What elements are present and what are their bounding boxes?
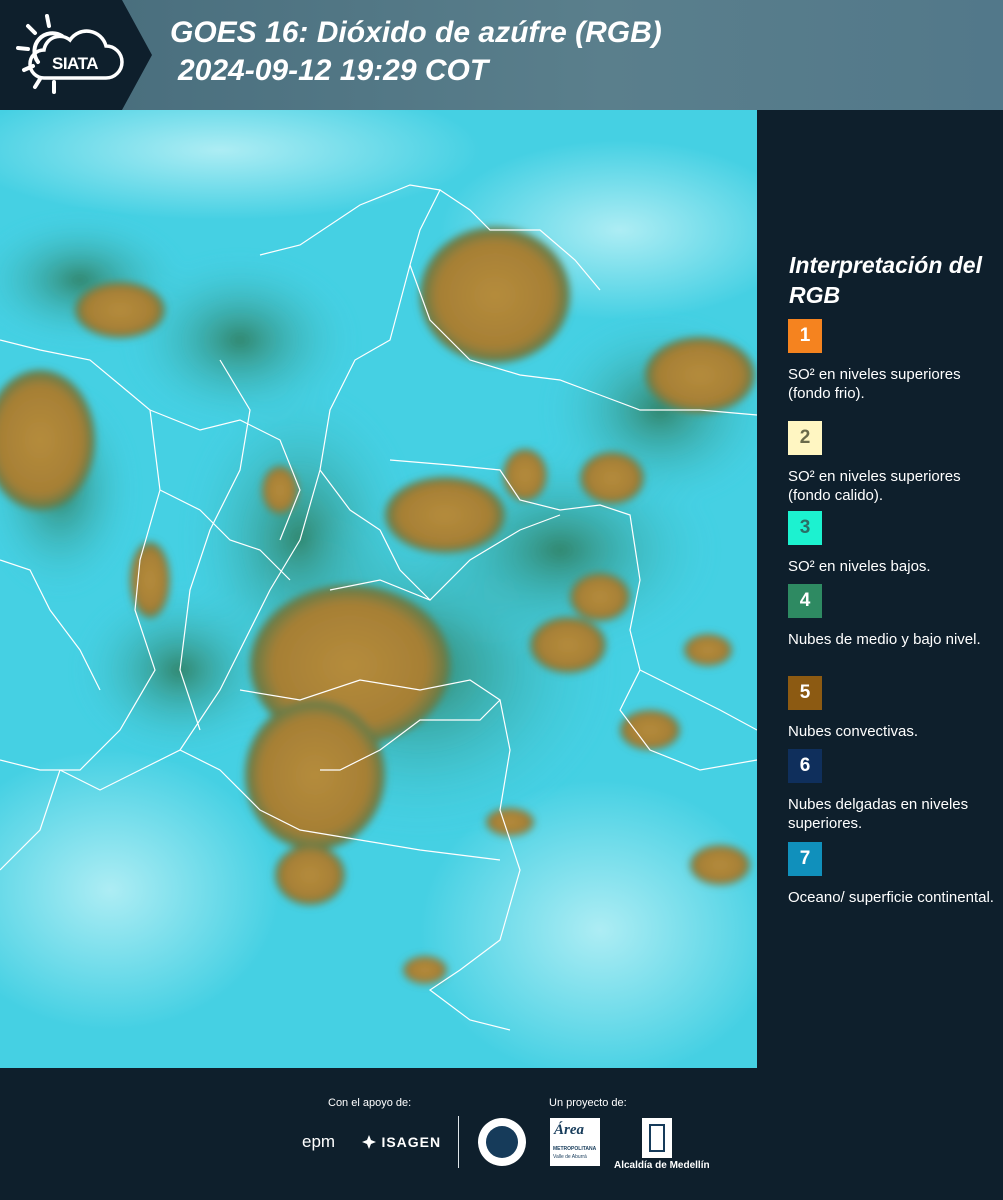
satellite-map [0, 110, 757, 1068]
area-metropolitana-logo-icon: Área METROPOLITANA Valle de Aburrá [550, 1118, 600, 1166]
convective-cloud [690, 845, 750, 885]
legend-item: 2 SO² en niveles superiores (fondo calido… [788, 421, 998, 505]
epm-logo: epm [302, 1132, 336, 1151]
legend-swatch: 6 [788, 749, 822, 783]
convective-cloud [262, 466, 298, 514]
convective-cloud [580, 452, 644, 504]
legend-item-label: SO² en niveles bajos. [788, 558, 931, 575]
legend-title: Interpretación del RGB [789, 252, 982, 308]
convective-cloud [570, 573, 630, 621]
legend-item-label: Nubes convectivas. [788, 723, 919, 740]
convective-cloud [420, 227, 570, 363]
legend-item-label: Oceano/ superficie continental. [788, 889, 994, 906]
footer: Con el apoyo de: Un proyecto de: epm ISA… [0, 1068, 1003, 1200]
legend-swatch: 7 [788, 842, 822, 876]
legend-swatch: 5 [788, 676, 822, 710]
convective-cloud [245, 700, 385, 850]
legend-item-label: Nubes de medio y bajo nivel. [788, 631, 981, 648]
isagen-logo-icon [362, 1135, 376, 1149]
legend-item: 7 Oceano/ superficie continental. [788, 842, 998, 907]
page-title: GOES 16: Dióxido de azúfre (RGB) [170, 16, 662, 49]
legend-swatch: 4 [788, 584, 822, 618]
legend-item: 4 Nubes de medio y bajo nivel. [788, 584, 998, 649]
legend-item-label: SO² en niveles superiores (fondo calido)… [788, 468, 961, 504]
alcaldia-medellin-logo-icon [642, 1118, 672, 1158]
support-label: Con el apoyo de: [328, 1097, 412, 1109]
convective-cloud [503, 449, 547, 501]
legend-item: 5 Nubes convectivas. [788, 676, 998, 741]
project-label: Un proyecto de: [549, 1097, 627, 1109]
convective-cloud [130, 542, 170, 618]
legend-swatch: 2 [788, 421, 822, 455]
convective-cloud [275, 845, 345, 905]
convective-cloud [385, 477, 505, 553]
convective-cloud [620, 710, 680, 750]
timestamp: 2024-09-12 19:29 COT [178, 54, 489, 87]
convective-cloud [530, 617, 606, 673]
medellin-seal-icon [478, 1118, 526, 1166]
legend-panel: Interpretación del RGB 1 SO² en niveles s… [757, 110, 1003, 1068]
legend-item: 1 SO² en niveles superiores (fondo frio). [788, 319, 998, 403]
legend-item: 6 Nubes delgadas en niveles superiores. [788, 749, 998, 833]
area-logo-sub2: Valle de Aburrá [553, 1154, 587, 1160]
footer-divider [458, 1116, 459, 1168]
legend-item-label: SO² en niveles superiores (fondo frio). [788, 366, 961, 402]
header: SIATA GOES 16: Dióxido de azúfre (RGB) 2… [0, 0, 1003, 110]
convective-cloud [645, 337, 755, 413]
isagen-logo: ISAGEN [361, 1134, 441, 1152]
area-logo-text: Área [554, 1122, 584, 1138]
alcaldia-label: Alcaldía de Medellín [614, 1160, 710, 1171]
legend-swatch: 3 [788, 511, 822, 545]
convective-cloud [486, 808, 534, 836]
isagen-text: ISAGEN [381, 1134, 442, 1150]
convective-cloud [75, 282, 165, 338]
area-logo-sub: METROPOLITANA [553, 1146, 597, 1152]
rgb-sulfur-dioxide-image [0, 110, 757, 1068]
siata-logo: SIATA [14, 10, 124, 100]
logo-text: SIATA [52, 54, 98, 73]
legend-item-label: Nubes delgadas en niveles superiores. [788, 796, 969, 832]
convective-cloud [684, 634, 732, 666]
legend-swatch: 1 [788, 319, 822, 353]
convective-cloud [403, 956, 447, 984]
legend-item: 3 SO² en niveles bajos. [788, 511, 998, 576]
